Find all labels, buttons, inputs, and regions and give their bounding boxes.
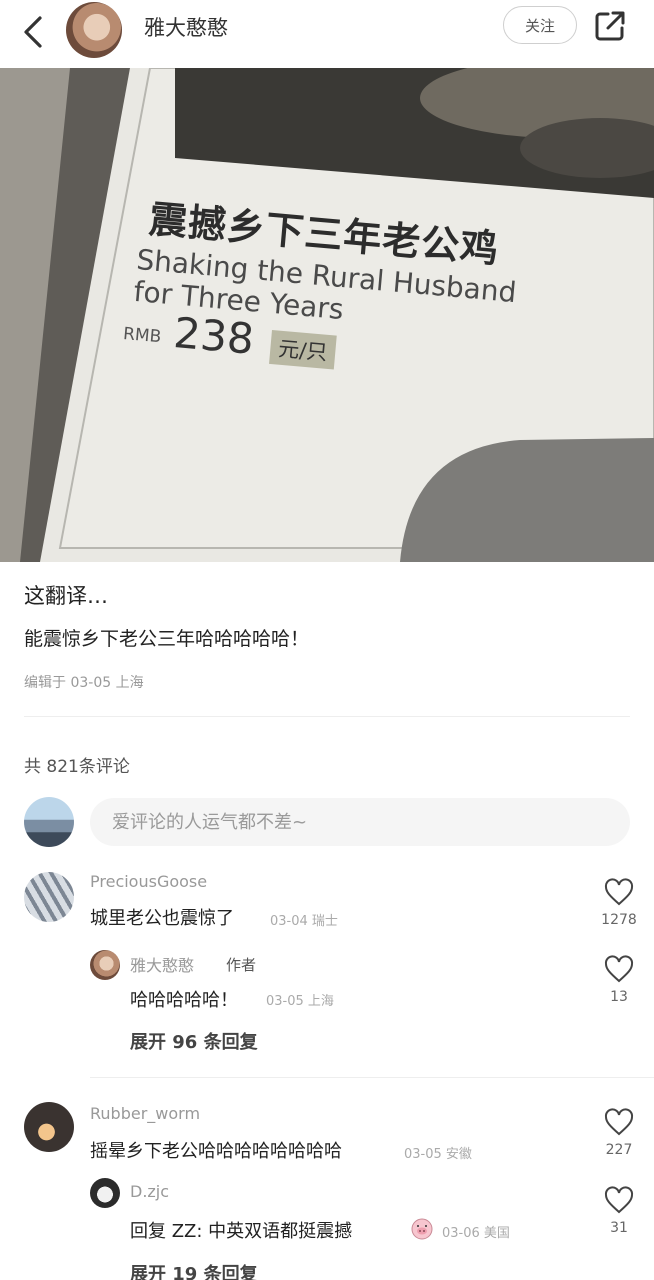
author-name[interactable]: 雅大憨憨 (144, 12, 228, 42)
comment-meta: 03-04 瑞士 (270, 914, 338, 929)
commenter-avatar[interactable] (24, 1102, 74, 1152)
commenter-name[interactable]: Rubber_worm (90, 1104, 200, 1123)
follow-button[interactable]: 关注 (503, 6, 577, 44)
like-count: 31 (610, 1220, 628, 1236)
back-button[interactable] (18, 14, 50, 50)
post-photo[interactable]: 震撼乡下三年老公鸡 Shaking the Rural Husband for … (0, 68, 654, 562)
reply-avatar[interactable] (90, 950, 120, 980)
divider (90, 1077, 654, 1078)
price-value: 238 (171, 308, 256, 364)
share-external-icon (595, 11, 625, 41)
like-count: 227 (605, 1142, 633, 1158)
reply-avatar[interactable] (90, 1178, 120, 1208)
expand-replies-link[interactable]: 展开 96 条回复 (130, 1028, 258, 1054)
post-meta: 编辑于 03-05 上海 (24, 675, 144, 691)
commenter-avatar[interactable] (24, 872, 74, 922)
reply-meta: 03-05 上海 (266, 994, 334, 1009)
like-count: 1278 (601, 912, 637, 928)
author-badge: 作者 (226, 956, 257, 974)
pig-face-emoji-icon (411, 1218, 433, 1240)
chevron-left-icon (24, 16, 42, 48)
like-button[interactable]: 1278 (594, 878, 644, 928)
reply-author-name[interactable]: D.zjc (130, 1182, 169, 1201)
commenter-name[interactable]: PreciousGoose (90, 872, 207, 891)
comment-meta: 03-05 安徽 (404, 1147, 472, 1162)
share-button[interactable] (592, 8, 628, 44)
author-avatar[interactable] (66, 2, 122, 58)
divider (24, 716, 630, 717)
heart-icon (604, 878, 634, 906)
post-title: 这翻译… (24, 584, 108, 608)
reply-text[interactable]: 哈哈哈哈哈！ (130, 986, 238, 1012)
expand-replies-link[interactable]: 展开 19 条回复 (130, 1260, 258, 1280)
comment-text[interactable]: 摇晕乡下老公哈哈哈哈哈哈哈哈 (90, 1137, 342, 1163)
currency-label: RMB (122, 324, 163, 348)
reply-meta: 03-06 美国 (442, 1226, 510, 1241)
price-unit: 元/只 (269, 330, 337, 370)
heart-icon (604, 955, 634, 983)
reply-text[interactable]: 回复 ZZ: 中英双语都挺震撼 (130, 1217, 352, 1243)
like-button[interactable]: 13 (594, 955, 644, 1005)
like-button[interactable]: 227 (594, 1108, 644, 1158)
post-body: 能震惊乡下老公三年哈哈哈哈哈！ (24, 628, 310, 650)
heart-icon (604, 1186, 634, 1214)
comment-text[interactable]: 城里老公也震惊了 (90, 904, 234, 930)
my-avatar (24, 797, 74, 847)
heart-icon (604, 1108, 634, 1136)
comment-count: 共 821条评论 (24, 757, 130, 777)
like-button[interactable]: 31 (594, 1186, 644, 1236)
like-count: 13 (610, 989, 628, 1005)
comment-input[interactable] (90, 798, 630, 846)
top-bar: 雅大憨憨 关注 (0, 0, 654, 68)
reply-author-name[interactable]: 雅大憨憨 (130, 952, 194, 976)
